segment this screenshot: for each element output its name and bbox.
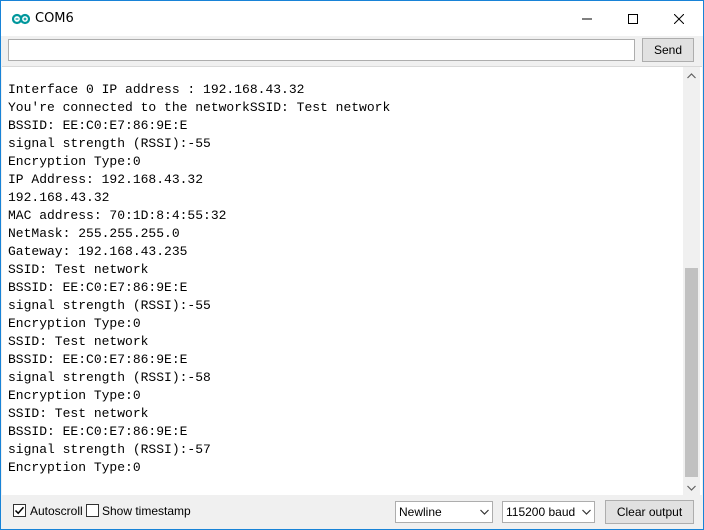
console-line: You're connected to the networkSSID: Tes… (8, 100, 391, 115)
show-timestamp-label[interactable]: Show timestamp (102, 504, 191, 518)
console-line: signal strength (RSSI):-58 (8, 370, 211, 385)
close-icon (674, 13, 684, 24)
console-line: SSID: Test network (8, 262, 149, 277)
send-button[interactable]: Send (642, 38, 694, 62)
send-input[interactable] (8, 39, 635, 61)
scroll-down-button[interactable] (683, 479, 700, 496)
show-timestamp-checkbox[interactable] (86, 504, 99, 517)
console-line: Interface 0 IP address : 192.168.43.32 (8, 82, 305, 97)
console-line: Gateway: 192.168.43.235 (8, 244, 188, 259)
line-ending-value: Newline (399, 505, 442, 519)
chevron-up-icon (687, 72, 696, 78)
dropdown-arrow-icon (476, 502, 492, 522)
autoscroll-label[interactable]: Autoscroll (30, 504, 83, 518)
console-line: signal strength (RSSI):-55 (8, 136, 211, 151)
maximize-button[interactable] (610, 1, 656, 36)
title-bar[interactable]: COM6 (1, 1, 703, 36)
serial-monitor-window: COM6 Send Interface 0 IP address : 192.1… (0, 0, 704, 530)
clear-output-button[interactable]: Clear output (605, 500, 694, 524)
line-ending-select[interactable]: Newline (395, 501, 493, 523)
serial-output-area[interactable]: Interface 0 IP address : 192.168.43.32 Yo… (2, 66, 702, 496)
scroll-up-button[interactable] (683, 67, 700, 84)
minimize-icon (582, 18, 592, 19)
window-title: COM6 (35, 11, 74, 26)
send-toolbar: Send (1, 36, 703, 66)
console-line: BSSID: EE:C0:E7:86:9E:E (8, 118, 188, 133)
checkmark-icon (14, 506, 25, 515)
console-line: 192.168.43.32 (8, 190, 110, 205)
console-line: Encryption Type:0 (8, 388, 141, 403)
console-line: signal strength (RSSI):-57 (8, 442, 211, 457)
baud-rate-select[interactable]: 115200 baud (502, 501, 595, 523)
console-line: NetMask: 255.255.255.0 (8, 226, 180, 241)
console-line: BSSID: EE:C0:E7:86:9E:E (8, 424, 188, 439)
autoscroll-checkbox[interactable] (13, 504, 26, 517)
arduino-infinity-icon (12, 13, 30, 25)
console-line: Encryption Type:0 (8, 154, 141, 169)
console-line: BSSID: EE:C0:E7:86:9E:E (8, 280, 188, 295)
console-line: SSID: Test network (8, 334, 149, 349)
chevron-down-icon (687, 485, 696, 491)
console-line: BSSID: EE:C0:E7:86:9E:E (8, 352, 188, 367)
console-line: SSID: Test network (8, 406, 149, 421)
console-line: MAC address: 70:1D:8:4:55:32 (8, 208, 227, 223)
console-line: signal strength (RSSI):-55 (8, 298, 211, 313)
status-bar: Autoscroll Show timestamp Newline 115200… (1, 495, 703, 529)
minimize-button[interactable] (564, 1, 610, 36)
console-line: Encryption Type:0 (8, 460, 141, 475)
console-line: IP Address: 192.168.43.32 (8, 172, 204, 187)
scrollbar-thumb[interactable] (685, 268, 698, 477)
maximize-icon (628, 13, 638, 24)
dropdown-arrow-icon (578, 502, 594, 522)
close-button[interactable] (656, 1, 702, 36)
baud-rate-value: 115200 baud (506, 505, 576, 519)
serial-output-text: Interface 0 IP address : 192.168.43.32 Yo… (8, 81, 678, 477)
vertical-scrollbar[interactable] (683, 67, 700, 496)
console-line: Encryption Type:0 (8, 316, 141, 331)
